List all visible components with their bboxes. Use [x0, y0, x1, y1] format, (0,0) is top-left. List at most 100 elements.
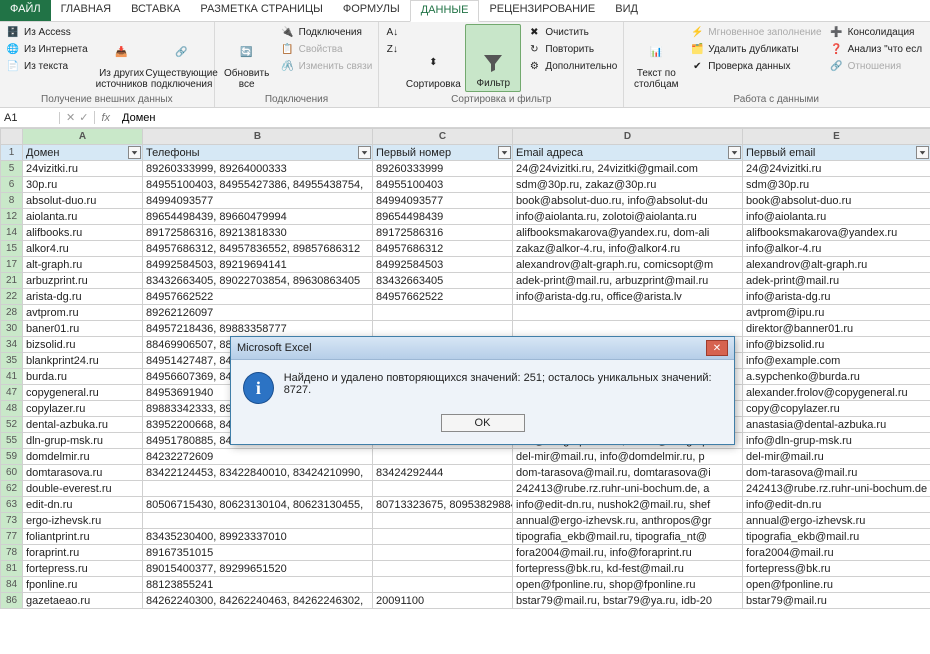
cell[interactable]: dom-tarasova@mail.ru: [743, 465, 930, 481]
filter-dropdown-button[interactable]: [498, 146, 511, 159]
cell[interactable]: [513, 321, 743, 337]
cell[interactable]: burda.ru: [23, 369, 143, 385]
cell[interactable]: avtprom.ru: [23, 305, 143, 321]
cell[interactable]: 84992584503: [373, 257, 513, 273]
cell[interactable]: alt-graph.ru: [23, 257, 143, 273]
cell[interactable]: 89260333999, 89264000333: [143, 161, 373, 177]
row-header[interactable]: 63: [1, 497, 23, 513]
cell[interactable]: absolut-duo.ru: [23, 193, 143, 209]
cell[interactable]: 84955100403: [373, 177, 513, 193]
cell[interactable]: 83432663405, 89022703854, 89630863405: [143, 273, 373, 289]
sort-az-button[interactable]: A↓: [383, 24, 401, 40]
cell[interactable]: info@dln-grup-msk.ru: [743, 433, 930, 449]
cell[interactable]: Email адреса: [513, 145, 743, 161]
row-header[interactable]: 8: [1, 193, 23, 209]
close-button[interactable]: ✕: [706, 340, 728, 356]
cell[interactable]: alifbooks.ru: [23, 225, 143, 241]
cell[interactable]: fortepress@bk.ru: [743, 561, 930, 577]
cell[interactable]: baner01.ru: [23, 321, 143, 337]
row-header[interactable]: 21: [1, 273, 23, 289]
cell[interactable]: book@absolut-duo.ru, info@absolut-du: [513, 193, 743, 209]
filter-dropdown-button[interactable]: [916, 146, 929, 159]
cell[interactable]: 24@24vizitki.ru, 24vizitki@gmail.com: [513, 161, 743, 177]
cell[interactable]: [373, 321, 513, 337]
cell[interactable]: open@fponline.ru, shop@fponline.ru: [513, 577, 743, 593]
cell[interactable]: copygeneral.ru: [23, 385, 143, 401]
sort-za-button[interactable]: Z↓: [383, 41, 401, 57]
cell[interactable]: 30p.ru: [23, 177, 143, 193]
connections-button[interactable]: 🔌Подключения: [279, 24, 375, 40]
name-box[interactable]: A1: [0, 112, 60, 124]
cell[interactable]: fora2004@mail.ru: [743, 545, 930, 561]
cell[interactable]: aiolanta.ru: [23, 209, 143, 225]
row-header[interactable]: 30: [1, 321, 23, 337]
tab-review[interactable]: РЕЦЕНЗИРОВАНИЕ: [479, 0, 605, 21]
filter-dropdown-button[interactable]: [358, 146, 371, 159]
cell[interactable]: 89167351015: [143, 545, 373, 561]
reapply-button[interactable]: ↻Повторить: [525, 41, 619, 57]
cell[interactable]: copy@copylazer.ru: [743, 401, 930, 417]
cell[interactable]: blankprint24.ru: [23, 353, 143, 369]
cell[interactable]: [143, 481, 373, 497]
cell[interactable]: 83432663405: [373, 273, 513, 289]
tab-layout[interactable]: РАЗМЕТКА СТРАНИЦЫ: [190, 0, 332, 21]
cell[interactable]: 84262240300, 84262240463, 84262246302,: [143, 593, 373, 609]
cell[interactable]: 89262126097: [143, 305, 373, 321]
col-header-E[interactable]: E: [743, 129, 930, 145]
cell[interactable]: domdelmir.ru: [23, 449, 143, 465]
cell[interactable]: alkor4.ru: [23, 241, 143, 257]
cell[interactable]: adek-print@mail.ru, arbuzprint@mail.ru: [513, 273, 743, 289]
cell[interactable]: 84957662522: [373, 289, 513, 305]
formula-input[interactable]: [116, 112, 930, 124]
cell[interactable]: [373, 449, 513, 465]
row-header[interactable]: 86: [1, 593, 23, 609]
row-header[interactable]: 78: [1, 545, 23, 561]
cell[interactable]: 24@24vizitki.ru: [743, 161, 930, 177]
cell[interactable]: foraprint.ru: [23, 545, 143, 561]
cell[interactable]: 80506715430, 80623130104, 80623130455,: [143, 497, 373, 513]
cell[interactable]: 242413@rube.rz.ruhr-uni-bochum.de, a: [513, 481, 743, 497]
cell[interactable]: fora2004@mail.ru, info@foraprint.ru: [513, 545, 743, 561]
row-header[interactable]: 17: [1, 257, 23, 273]
cell[interactable]: tipografia_ekb@mail.ru, tipografia_nt@: [513, 529, 743, 545]
cell[interactable]: 242413@rube.rz.ruhr-uni-bochum.de: [743, 481, 930, 497]
cell[interactable]: bstar79@mail.ru: [743, 593, 930, 609]
cell[interactable]: book@absolut-duo.ru: [743, 193, 930, 209]
ok-button[interactable]: OK: [441, 414, 525, 432]
consolidate-button[interactable]: ➕Консолидация: [828, 24, 925, 40]
row-header[interactable]: 73: [1, 513, 23, 529]
cell[interactable]: double-everest.ru: [23, 481, 143, 497]
fx-icon[interactable]: fx: [95, 112, 116, 124]
cell[interactable]: 89172586316: [373, 225, 513, 241]
cell[interactable]: foliantprint.ru: [23, 529, 143, 545]
row-header[interactable]: 28: [1, 305, 23, 321]
cell[interactable]: bizsolid.ru: [23, 337, 143, 353]
col-header-A[interactable]: A: [23, 129, 143, 145]
cell[interactable]: alifbooksmakarova@yandex.ru: [743, 225, 930, 241]
cell[interactable]: 84232272609: [143, 449, 373, 465]
row-header[interactable]: 34: [1, 337, 23, 353]
cell[interactable]: info@arista-dg.ru, office@arista.lv: [513, 289, 743, 305]
cell[interactable]: bstar79@mail.ru, bstar79@ya.ru, idb-20: [513, 593, 743, 609]
row-header[interactable]: 52: [1, 417, 23, 433]
cell[interactable]: 83422124453, 83422840010, 83424210990,: [143, 465, 373, 481]
cell[interactable]: open@fponline.ru: [743, 577, 930, 593]
cell[interactable]: dental-azbuka.ru: [23, 417, 143, 433]
cell[interactable]: info@edit-dn.ru: [743, 497, 930, 513]
cell[interactable]: tipografia_ekb@mail.ru: [743, 529, 930, 545]
row-header[interactable]: 48: [1, 401, 23, 417]
row-header[interactable]: 47: [1, 385, 23, 401]
row-header[interactable]: 60: [1, 465, 23, 481]
cell[interactable]: 84955100403, 84955427386, 84955438754,: [143, 177, 373, 193]
col-header-C[interactable]: C: [373, 129, 513, 145]
sort-button[interactable]: ⬍ Сортировка: [405, 24, 461, 92]
cell[interactable]: alifbooksmakarova@yandex.ru, dom-ali: [513, 225, 743, 241]
cell[interactable]: info@edit-dn.ru, nushok2@mail.ru, shef: [513, 497, 743, 513]
col-header-D[interactable]: D: [513, 129, 743, 145]
cell[interactable]: 88123855241: [143, 577, 373, 593]
cell[interactable]: 89260333999: [373, 161, 513, 177]
cell[interactable]: 84957662522: [143, 289, 373, 305]
remove-duplicates-button[interactable]: 🗂️Удалить дубликаты: [688, 41, 823, 57]
cell[interactable]: arista-dg.ru: [23, 289, 143, 305]
row-header[interactable]: 35: [1, 353, 23, 369]
